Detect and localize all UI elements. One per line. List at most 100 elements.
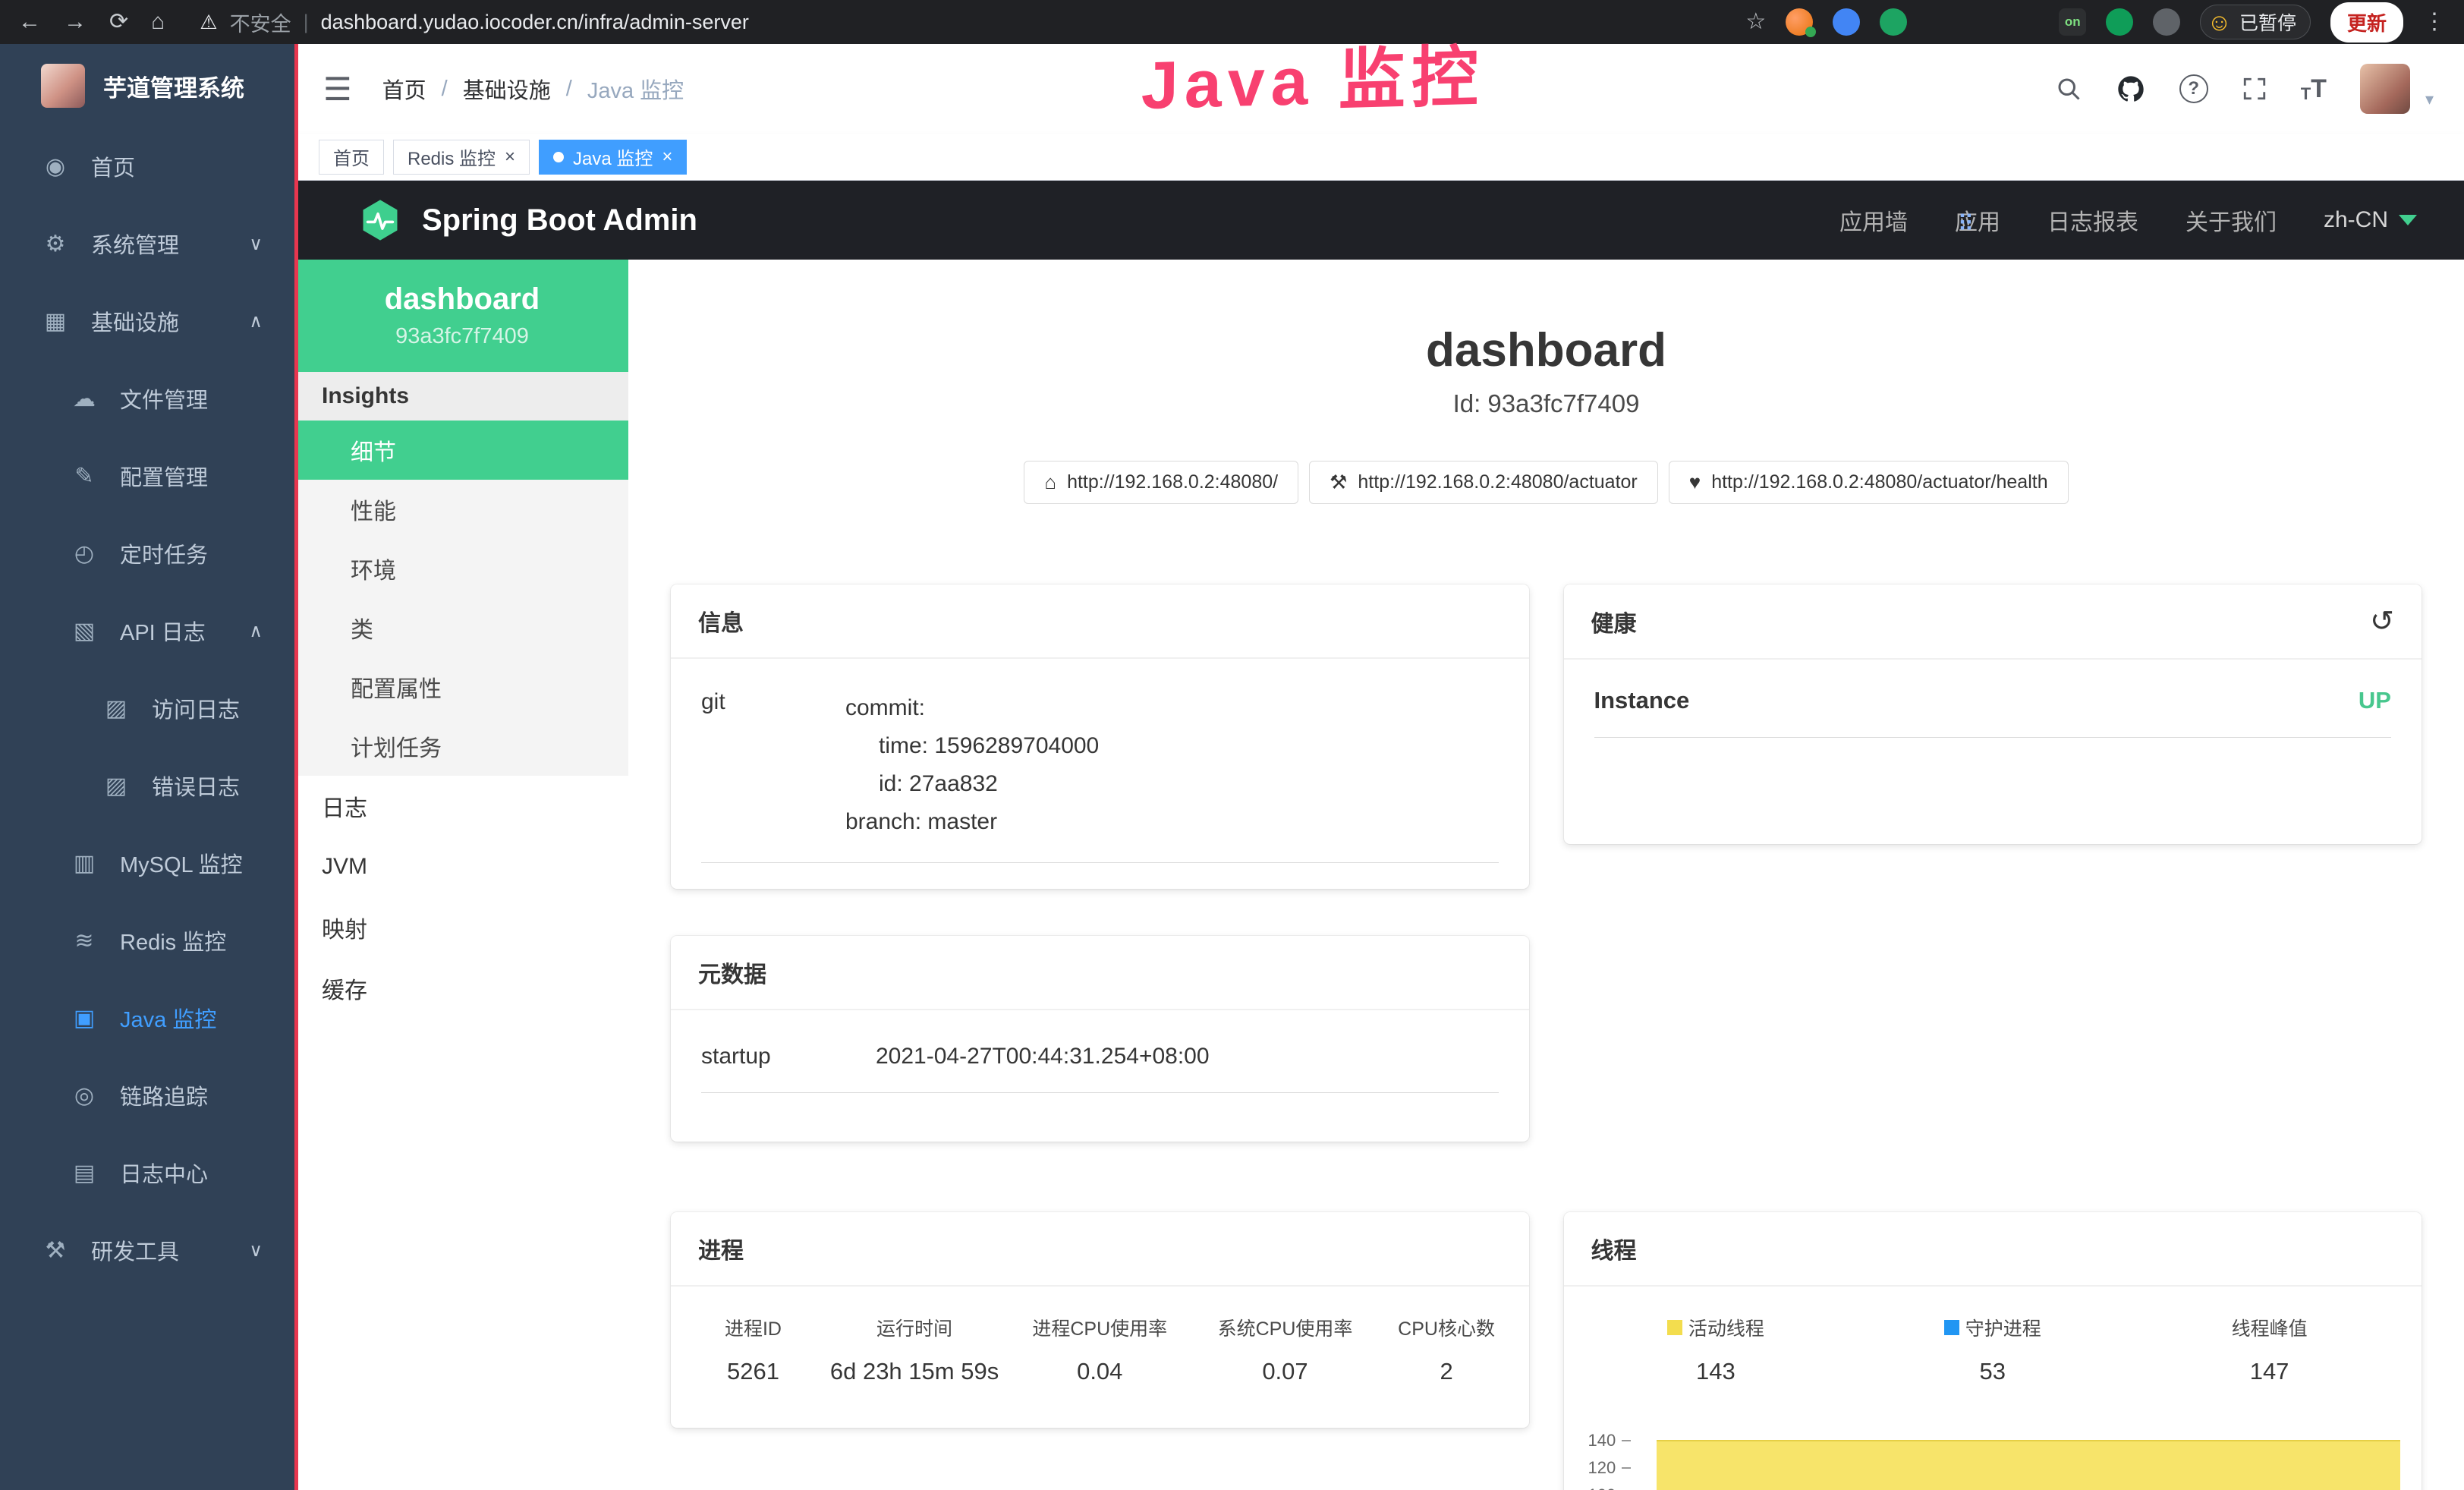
sidebar-item-java-monitor[interactable]: ▣ Java 监控	[0, 979, 296, 1057]
sba-title: Spring Boot Admin	[422, 203, 697, 238]
extension-icon-leaf[interactable]	[2106, 8, 2133, 36]
sidebar-item-label: Redis 监控	[120, 925, 226, 956]
sidebar-item-scheduled-jobs[interactable]: ◴ 定时任务	[0, 515, 296, 592]
sidebar-item-infrastructure[interactable]: ▦ 基础设施 ∧	[0, 282, 296, 360]
search-icon[interactable]	[2055, 75, 2082, 102]
y-axis-tick: 120	[1588, 1458, 1632, 1478]
paused-extension-badge[interactable]: ☺ 已暂停	[2200, 5, 2311, 39]
fullscreen-icon[interactable]	[2242, 76, 2267, 102]
sba-nav-links: 应用墙 应用 日志报表 关于我们 zh-CN	[1839, 203, 2417, 237]
tab-redis-monitor[interactable]: Redis 监控 ×	[393, 140, 530, 175]
insights-item-config-props[interactable]: 配置属性	[296, 657, 628, 717]
forward-icon[interactable]: →	[64, 11, 87, 33]
sidebar-item-label: 定时任务	[120, 537, 208, 569]
sidebar-item-api-logs[interactable]: ▧ API 日志 ∧	[0, 592, 296, 669]
instance-links: ⌂ http://192.168.0.2:48080/ ⚒ http://192…	[628, 461, 2464, 504]
insights-item-details[interactable]: 细节	[296, 421, 628, 480]
extension-icon-blue[interactable]	[1833, 8, 1860, 36]
back-icon[interactable]: ←	[18, 11, 41, 33]
annotation-text: Java 监控	[1002, 19, 1625, 132]
timer-icon: ◴	[70, 540, 99, 567]
extension-icon-grid[interactable]: ⠿	[1969, 49, 1997, 76]
insights-group-label: Insights	[296, 372, 628, 421]
legend-daemon-threads[interactable]: 守护进程 53	[1854, 1314, 2131, 1385]
extensions-puzzle-icon[interactable]	[2153, 8, 2180, 36]
sidebar-item-logs[interactable]: 日志	[296, 776, 628, 836]
sidebar-item-mappings[interactable]: 映射	[296, 897, 628, 958]
process-col-header: 系统CPU使用率	[1192, 1314, 1377, 1341]
sidebar-item-mysql-monitor[interactable]: ▥ MySQL 监控	[0, 824, 296, 902]
browser-home-icon[interactable]: ⌂	[151, 11, 165, 33]
sidebar-item-home[interactable]: ◉ 首页	[0, 128, 296, 205]
insights-item-environment[interactable]: 环境	[296, 539, 628, 598]
sidebar-item-file-management[interactable]: ☁ 文件管理	[0, 360, 296, 437]
sidebar-item-dev-tools[interactable]: ⚒ 研发工具 ∨	[0, 1211, 296, 1289]
sba-nav-journal[interactable]: 日志报表	[2047, 203, 2138, 237]
close-icon[interactable]: ×	[505, 146, 515, 168]
legend-peak-threads[interactable]: 线程峰值 147	[2131, 1314, 2408, 1385]
instance-id: 93a3fc7f7409	[395, 324, 529, 349]
sidebar-item-redis-monitor[interactable]: ≋ Redis 监控	[0, 902, 296, 979]
tab-java-monitor[interactable]: Java 监控 ×	[539, 140, 687, 175]
extension-icon-on[interactable]: on	[2059, 8, 2086, 36]
y-axis-tick: 100	[1588, 1485, 1632, 1490]
actuator-url-label: http://192.168.0.2:48080/actuator	[1358, 471, 1637, 493]
sba-brand[interactable]: Spring Boot Admin	[358, 198, 697, 242]
not-secure-warning-icon[interactable]: ⚠	[200, 11, 217, 34]
github-icon[interactable]	[2116, 74, 2146, 104]
active-threads-area	[1657, 1440, 2401, 1490]
service-url-button[interactable]: ⌂ http://192.168.0.2:48080/	[1024, 461, 1298, 504]
sba-logo-icon	[358, 198, 402, 242]
breadcrumb-infrastructure[interactable]: 基础设施	[463, 73, 551, 105]
insights-item-scheduled-tasks[interactable]: 计划任务	[296, 717, 628, 776]
cpu-cores-col: CPU核心数 2	[1378, 1314, 1515, 1385]
actuator-url-button[interactable]: ⚒ http://192.168.0.2:48080/actuator	[1309, 461, 1658, 504]
sidebar-item-error-logs[interactable]: ▨ 错误日志	[0, 747, 296, 824]
avatar-caret-icon[interactable]: ▾	[2425, 90, 2434, 114]
sidebar-item-caches[interactable]: 缓存	[296, 958, 628, 1019]
annotation-red-line	[294, 44, 298, 1490]
extension-icon-green[interactable]	[1880, 8, 1907, 36]
insights-item-metrics[interactable]: 性能	[296, 480, 628, 539]
font-size-icon[interactable]: TT	[2301, 74, 2327, 104]
reload-icon[interactable]: ⟳	[109, 11, 128, 33]
y-tick-label: 120	[1588, 1458, 1616, 1478]
insights-item-classes[interactable]: 类	[296, 598, 628, 657]
instance-header: dashboard 93a3fc7f7409	[296, 260, 628, 372]
sidebar-item-config-management[interactable]: ✎ 配置管理	[0, 437, 296, 515]
error-log-icon: ▨	[102, 773, 131, 799]
git-commit-line: commit:	[845, 689, 1499, 727]
extension-icon-orange[interactable]	[1786, 8, 1813, 36]
sidebar-item-jvm[interactable]: JVM	[296, 836, 628, 897]
sidebar-item-label: 系统管理	[91, 228, 179, 260]
health-instance-row[interactable]: Instance UP	[1594, 687, 2392, 738]
sidebar-item-log-center[interactable]: ▤ 日志中心	[0, 1134, 296, 1211]
sidebar-item-tracing[interactable]: ◎ 链路追踪	[0, 1057, 296, 1134]
sba-nav-about[interactable]: 关于我们	[2186, 203, 2277, 237]
chrome-update-button[interactable]: 更新	[2330, 2, 2403, 43]
close-icon[interactable]: ×	[662, 146, 672, 168]
browser-menu-kebab-icon[interactable]: ⋮	[2423, 11, 2446, 33]
legend-live-threads[interactable]: 活动线程 143	[1578, 1314, 1855, 1385]
process-col-header: 进程CPU使用率	[1007, 1314, 1192, 1341]
bookmark-star-icon[interactable]: ☆	[1745, 11, 1766, 33]
sba-language-selector[interactable]: zh-CN	[2324, 207, 2417, 233]
health-card-body: Instance UP	[1564, 660, 2422, 844]
threads-card: 线程 活动线程 143 守护进程	[1564, 1212, 2422, 1490]
help-icon[interactable]: ?	[2179, 74, 2208, 103]
breadcrumb-home[interactable]: 首页	[382, 73, 426, 105]
sidebar-item-label: API 日志	[120, 615, 206, 647]
app-logo[interactable]: 芋道管理系统	[0, 44, 296, 128]
page-url[interactable]: dashboard.yudao.iocoder.cn/infra/admin-s…	[321, 11, 749, 34]
health-url-button[interactable]: ♥ http://192.168.0.2:48080/actuator/heal…	[1669, 461, 2069, 504]
git-branch-line: branch: master	[845, 803, 1499, 841]
history-icon[interactable]: ↺	[2370, 604, 2394, 638]
y-tick-label: 100	[1588, 1485, 1616, 1490]
sidebar-item-system[interactable]: ⚙ 系统管理 ∨	[0, 205, 296, 282]
tab-home[interactable]: 首页	[319, 140, 384, 175]
logo-image	[41, 64, 85, 108]
threads-chart: 140 120 100	[1578, 1434, 2409, 1490]
sba-nav-wallboard[interactable]: 应用墙	[1839, 203, 1908, 237]
hamburger-icon[interactable]: ☰	[323, 71, 352, 108]
sidebar-item-access-logs[interactable]: ▨ 访问日志	[0, 669, 296, 747]
